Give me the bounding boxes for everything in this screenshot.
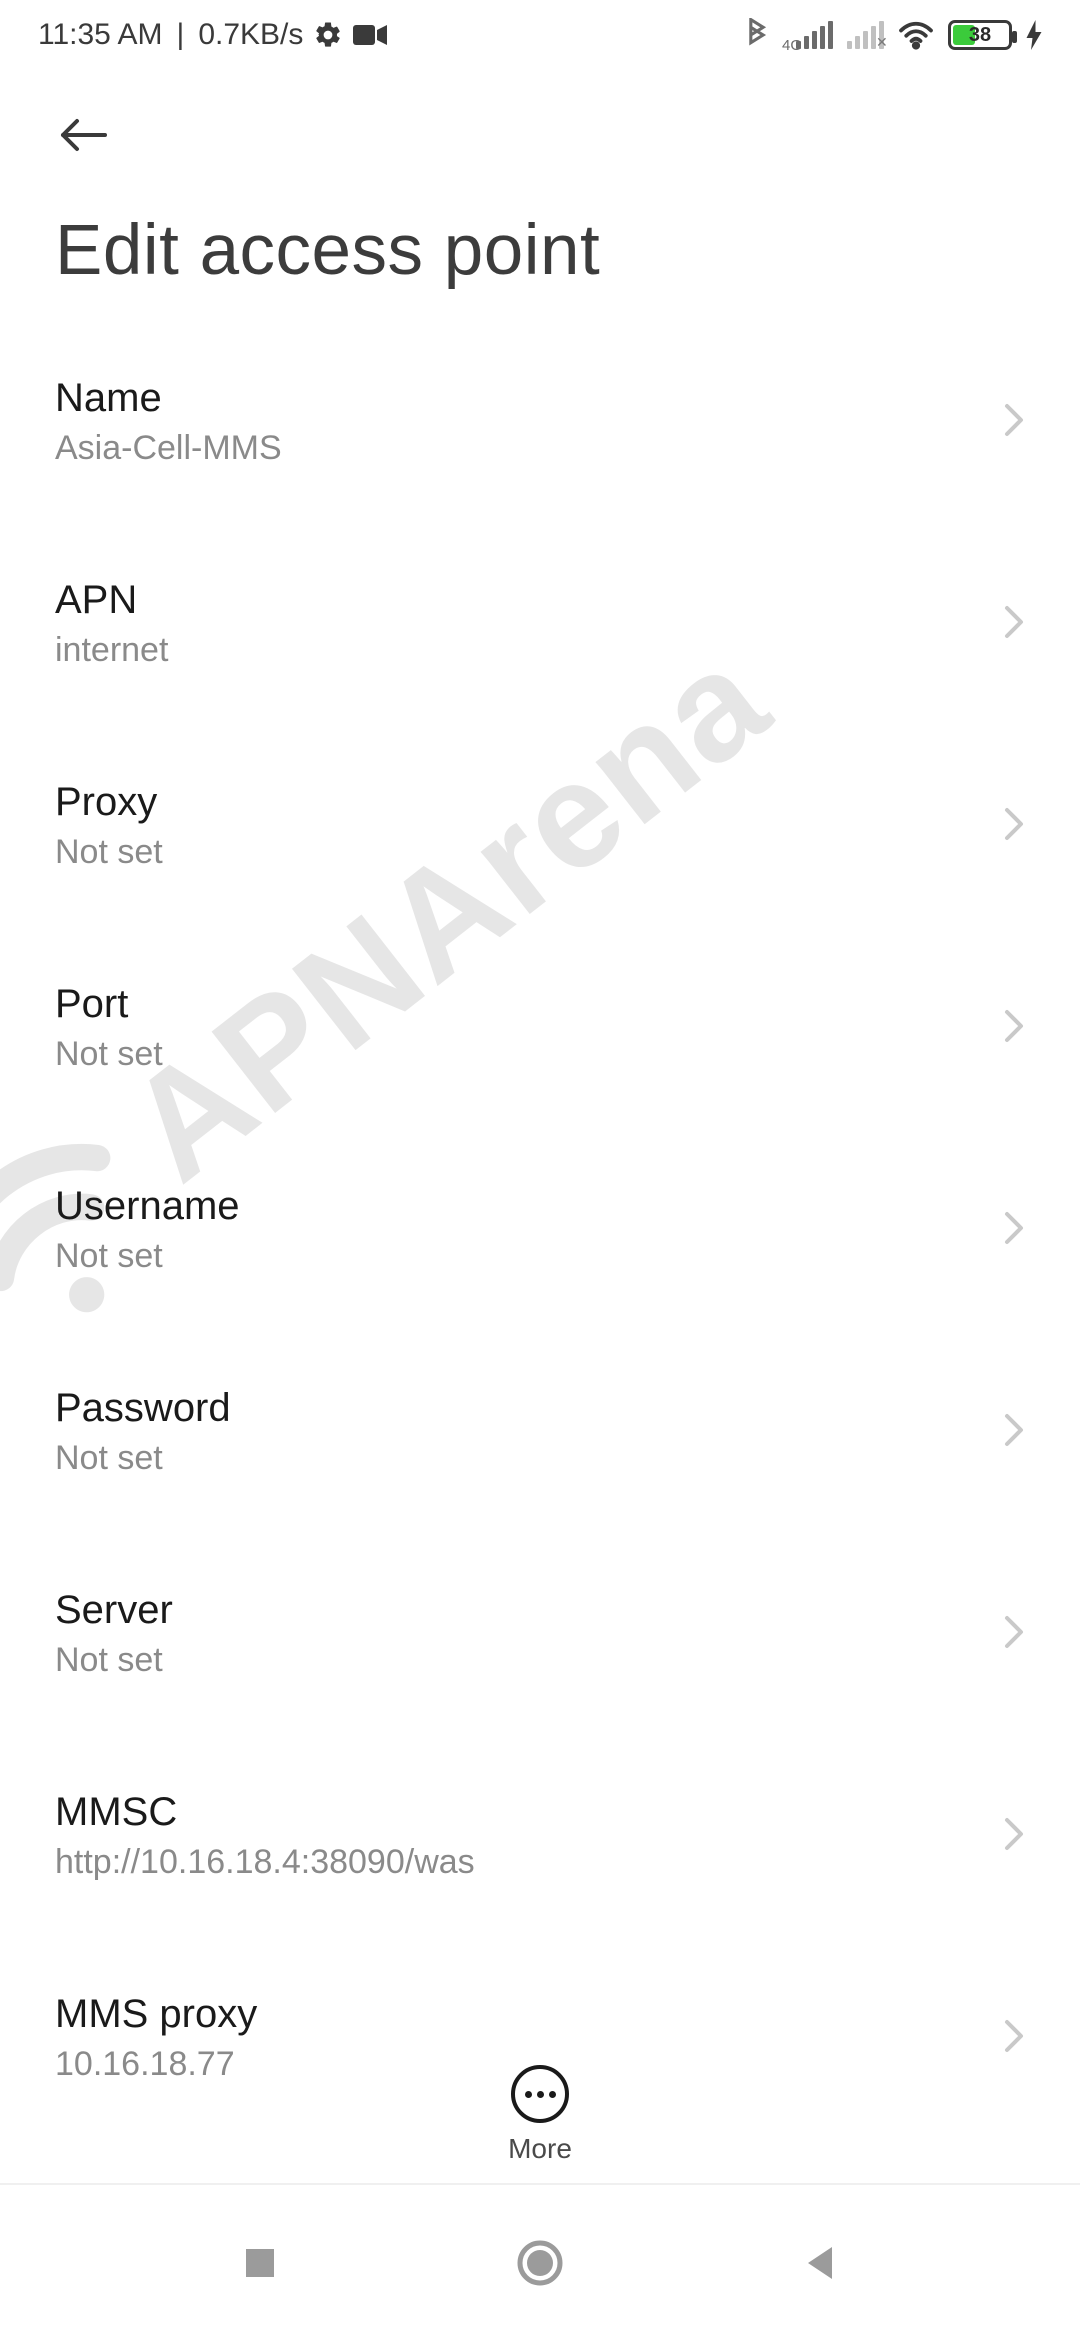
signal-bars-sim1-icon: [796, 21, 833, 49]
chevron-right-icon: [1003, 604, 1025, 645]
signal-bars-sim2-icon: ✕: [847, 21, 884, 49]
system-nav-bar: [0, 2185, 1080, 2340]
setting-label: Proxy: [55, 780, 973, 825]
setting-row-server[interactable]: Server Not set: [55, 1533, 1025, 1735]
setting-value: Asia-Cell-MMS: [55, 429, 973, 468]
status-data-rate: 0.7KB/s: [198, 18, 303, 52]
wifi-status-icon: [898, 20, 934, 50]
chevron-right-icon: [1003, 1008, 1025, 1049]
setting-value: Not set: [55, 1035, 973, 1074]
setting-row-port[interactable]: Port Not set: [55, 927, 1025, 1129]
setting-row-password[interactable]: Password Not set: [55, 1331, 1025, 1533]
setting-label: Name: [55, 376, 973, 421]
setting-value: 10.16.18.77: [55, 2045, 973, 2084]
back-button[interactable]: [55, 110, 125, 160]
setting-row-mms-proxy[interactable]: MMS proxy 10.16.18.77: [55, 1937, 1025, 2091]
nav-back-button[interactable]: [780, 2223, 860, 2303]
setting-label: APN: [55, 578, 973, 623]
charging-bolt-icon: [1026, 20, 1042, 50]
chevron-right-icon: [1003, 806, 1025, 847]
status-separator: |: [177, 18, 185, 52]
bluetooth-icon: [746, 18, 768, 52]
setting-row-apn[interactable]: APN internet: [55, 523, 1025, 725]
setting-label: MMS proxy: [55, 1992, 973, 2037]
chevron-right-icon: [1003, 2018, 1025, 2059]
setting-label: MMSC: [55, 1790, 973, 1835]
setting-row-mmsc[interactable]: MMSC http://10.16.18.4:38090/was: [55, 1735, 1025, 1937]
battery-percent: 38: [951, 24, 1009, 47]
chevron-right-icon: [1003, 1210, 1025, 1251]
gear-icon: [313, 20, 343, 50]
settings-list: Name Asia-Cell-MMS APN internet Proxy Not set…: [0, 321, 1080, 2091]
page-title: Edit access point: [55, 210, 1025, 291]
chevron-right-icon: [1003, 1614, 1025, 1655]
nav-recent-button[interactable]: [220, 2223, 300, 2303]
setting-value: Not set: [55, 1641, 973, 1680]
setting-value: Not set: [55, 833, 973, 872]
camera-icon: [353, 23, 387, 47]
chevron-right-icon: [1003, 402, 1025, 443]
nav-home-button[interactable]: [500, 2223, 580, 2303]
setting-label: Password: [55, 1386, 973, 1431]
setting-label: Server: [55, 1588, 973, 1633]
battery-icon: 38: [948, 20, 1012, 50]
setting-label: Port: [55, 982, 973, 1027]
setting-value: http://10.16.18.4:38090/was: [55, 1843, 973, 1882]
setting-value: Not set: [55, 1237, 973, 1276]
setting-label: Username: [55, 1184, 973, 1229]
setting-value: Not set: [55, 1439, 973, 1478]
setting-row-proxy[interactable]: Proxy Not set: [55, 725, 1025, 927]
setting-value: internet: [55, 631, 973, 670]
more-label: More: [508, 2133, 572, 2165]
chevron-right-icon: [1003, 1412, 1025, 1453]
setting-row-username[interactable]: Username Not set: [55, 1129, 1025, 1331]
chevron-right-icon: [1003, 1816, 1025, 1857]
status-bar: 11:35 AM | 0.7KB/s 4G ✕ 38: [0, 0, 1080, 70]
setting-row-name[interactable]: Name Asia-Cell-MMS: [55, 321, 1025, 523]
status-time: 11:35 AM: [38, 18, 163, 52]
